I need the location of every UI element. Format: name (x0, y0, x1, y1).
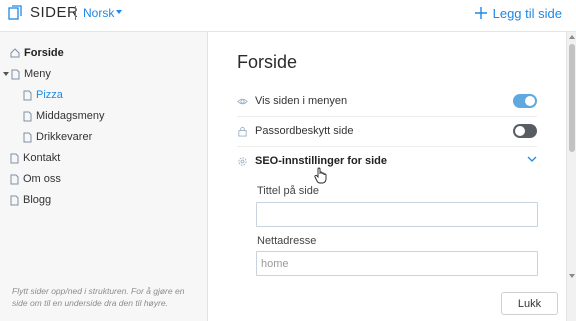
scroll-down-icon[interactable] (569, 274, 575, 278)
tree-item-kontakt[interactable]: Kontakt (10, 149, 60, 167)
close-button[interactable]: Lukk (501, 292, 558, 315)
scroll-up-icon[interactable] (569, 35, 575, 39)
lock-icon (238, 126, 247, 137)
tree-item-label: Meny (24, 68, 51, 80)
tree-item-om-oss[interactable]: Om oss (10, 170, 61, 188)
caret-down-icon[interactable] (3, 71, 9, 77)
divider (237, 146, 537, 147)
home-icon (10, 48, 20, 58)
language-selector[interactable]: Norsk (83, 6, 114, 20)
page-title-field-label: Tittel på side (257, 185, 319, 197)
app-title: SIDER (30, 4, 79, 21)
tree-item-drikkevarer[interactable]: Drikkevarer (23, 128, 92, 146)
tree-item-label: Om oss (23, 173, 61, 185)
tree-item-middagsmeny[interactable]: Middagsmeny (23, 107, 104, 125)
tree-item-label: Kontakt (23, 152, 61, 164)
plus-icon (474, 7, 487, 19)
option-password-protect: Passordbeskytt side (237, 120, 537, 142)
document-icon (10, 195, 19, 205)
page-settings-panel: Forside Vis siden i menyen Passordbeskyt… (209, 32, 566, 321)
page-title: Forside (237, 52, 298, 72)
gear-icon (238, 156, 247, 166)
url-field-label: Nettadresse (257, 235, 317, 247)
toggle-knob (515, 126, 525, 136)
hand-cursor-icon (314, 167, 327, 184)
eye-icon (237, 98, 248, 104)
tree-item-meny[interactable]: Meny (3, 65, 51, 83)
tree-item-pizza[interactable]: Pizza (23, 86, 63, 104)
chevron-down-icon[interactable] (527, 156, 537, 163)
document-icon (23, 132, 32, 142)
document-icon (10, 153, 19, 163)
url-input[interactable] (256, 251, 538, 276)
seo-settings-header[interactable]: SEO-innstillinger for side (237, 150, 537, 172)
document-icon (11, 69, 20, 79)
seo-settings-label: SEO-innstillinger for side (255, 155, 388, 167)
tree-item-label: Pizza (36, 89, 63, 101)
tree-item-forside[interactable]: Forside (10, 44, 64, 62)
tree-item-label: Forside (24, 47, 64, 59)
page-title-input[interactable] (256, 202, 538, 227)
option-label: Vis siden i menyen (255, 95, 348, 107)
pages-icon (8, 5, 22, 20)
divider (237, 116, 537, 117)
header-divider (75, 6, 76, 20)
caret-down-icon[interactable] (116, 10, 122, 15)
option-label: Passordbeskytt side (255, 125, 354, 137)
add-page-button[interactable]: Legg til side (474, 5, 562, 21)
password-protect-toggle[interactable] (513, 124, 537, 138)
tree-item-blogg[interactable]: Blogg (10, 191, 51, 209)
document-icon (23, 90, 32, 100)
top-bar: SIDER Norsk Legg til side (0, 0, 576, 32)
tree-item-label: Middagsmeny (36, 110, 105, 122)
scrollbar[interactable] (566, 32, 576, 321)
sidebar-hint-text: Flytt sider opp/ned i strukturen. For å … (12, 286, 185, 308)
document-icon (23, 111, 32, 121)
tree-item-label: Drikkevarer (36, 131, 93, 143)
toggle-knob (525, 96, 535, 106)
add-page-label: Legg til side (492, 5, 562, 21)
show-in-menu-toggle[interactable] (513, 94, 537, 108)
option-show-in-menu: Vis siden i menyen (237, 90, 537, 112)
tree-item-label: Blogg (23, 194, 52, 206)
document-icon (10, 174, 19, 184)
page-tree-sidebar: Forside Meny Pizza Middagsmeny Drikkevar… (0, 32, 208, 321)
scrollbar-thumb[interactable] (569, 44, 575, 152)
